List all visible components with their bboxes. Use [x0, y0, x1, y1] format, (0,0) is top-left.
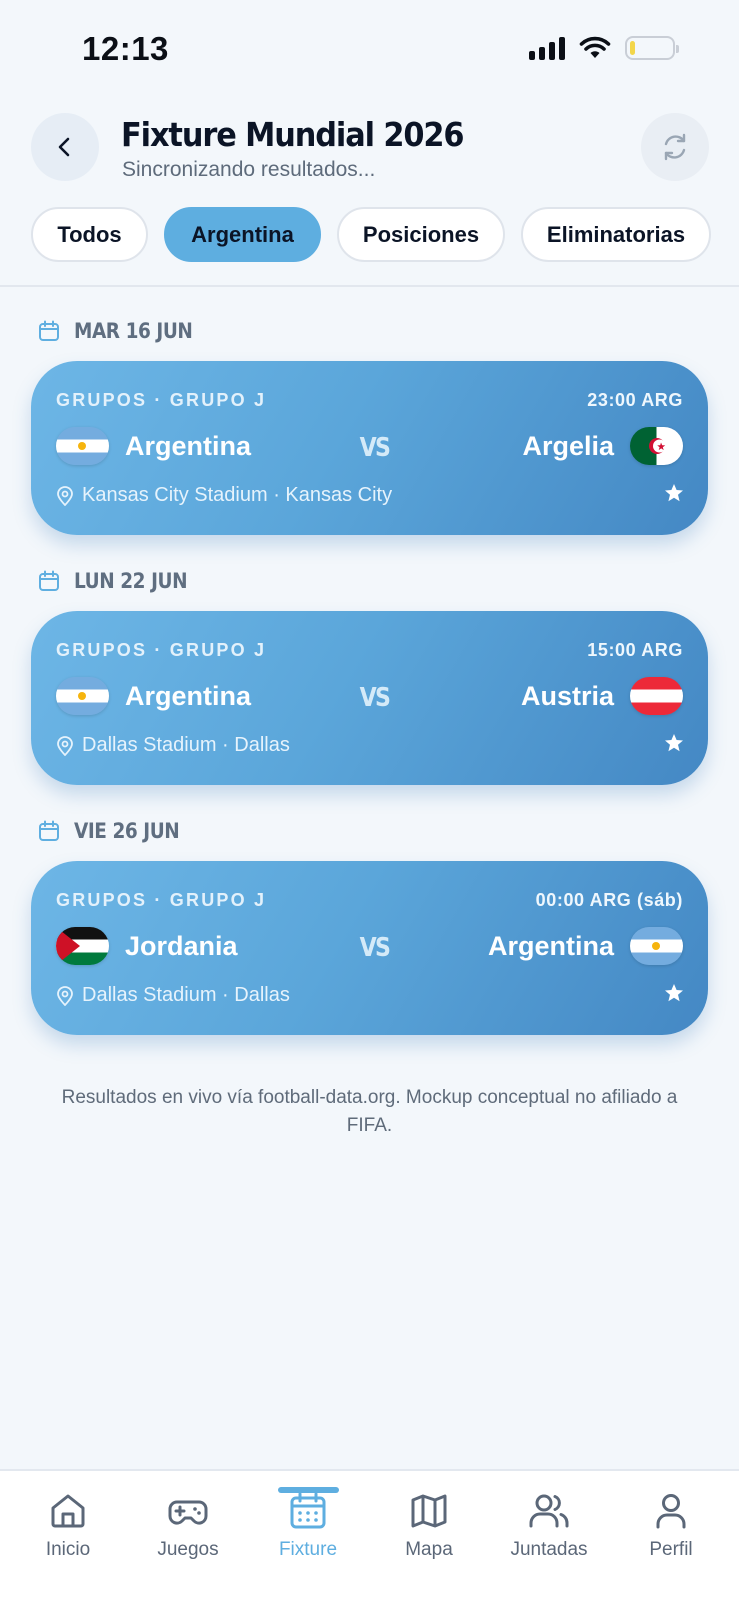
nav-label: Mapa: [405, 1539, 453, 1560]
venue-label: Dallas Stadium · Dallas: [82, 734, 290, 756]
match-card[interactable]: GRUPOS · GRUPO J 15:00 ARG Argentina VS …: [31, 611, 708, 785]
battery-level: [630, 41, 635, 55]
refresh-button[interactable]: [641, 113, 709, 181]
location-pin-icon: [57, 735, 73, 756]
home-team: Argentina: [56, 427, 251, 465]
argentina-flag-icon: [56, 677, 109, 715]
home-team: Jordania: [56, 927, 238, 965]
nav-item-inicio[interactable]: Inicio: [13, 1491, 123, 1561]
away-team: Argentina: [488, 927, 683, 965]
calendar-icon: [39, 570, 59, 591]
nav-label: Juntadas: [510, 1539, 588, 1560]
home-team-name: Jordania: [125, 930, 238, 961]
header: Fixture Mundial 2026 Sincronizando resul…: [0, 113, 739, 183]
cellular-signal-icon: [529, 36, 565, 60]
day-label: VIE 26 JUN: [74, 819, 180, 843]
match-stage: GRUPOS · GRUPO J: [56, 890, 267, 910]
argentina-flag-icon: [630, 927, 683, 965]
nav-label: Perfil: [649, 1539, 693, 1560]
calendar-icon: [290, 1492, 326, 1529]
match-stage: GRUPOS · GRUPO J: [56, 640, 267, 660]
users-icon: [529, 1494, 569, 1528]
match-venue: Kansas City Stadium · Kansas City: [56, 484, 392, 507]
vs-label: VS: [359, 683, 391, 713]
wifi-icon: [579, 36, 611, 58]
match-time: 00:00 ARG (sáb): [535, 890, 683, 910]
nav-label: Fixture: [278, 1539, 338, 1560]
calendar-icon: [39, 320, 59, 341]
match-card[interactable]: GRUPOS · GRUPO J 00:00 ARG (sáb) Jordani…: [31, 861, 708, 1035]
nav-label: Juegos: [157, 1539, 219, 1560]
nav-item-mapa[interactable]: Mapa: [374, 1491, 484, 1561]
home-team: Argentina: [56, 677, 251, 715]
home-team-name: Argentina: [125, 680, 252, 711]
bottom-nav: Inicio Juegos Fixture Mapa Juntadas Perf…: [0, 1469, 739, 1600]
map-icon: [411, 1494, 447, 1528]
tab-posiciones[interactable]: Posiciones: [337, 207, 505, 262]
refresh-icon: [664, 133, 686, 161]
favorite-star-icon[interactable]: [664, 733, 684, 753]
chevron-left-icon: [58, 137, 70, 157]
disclaimer-text: Resultados en vivo vía football-data.org…: [61, 1087, 678, 1136]
tab-eliminatorias[interactable]: Eliminatorias: [521, 207, 711, 262]
austria-flag-icon: [630, 677, 683, 715]
away-team: Austria: [521, 677, 683, 715]
home-team-name: Argentina: [125, 430, 252, 461]
user-icon: [656, 1494, 686, 1529]
nav-item-fixture[interactable]: Fixture: [253, 1491, 363, 1561]
away-team-name: Argelia: [522, 430, 614, 461]
vs-label: VS: [359, 433, 391, 463]
day-label: LUN 22 JUN: [74, 569, 188, 593]
location-pin-icon: [57, 985, 73, 1006]
tab-todos[interactable]: Todos: [31, 207, 148, 262]
away-team: Argelia: [522, 427, 683, 465]
venue-label: Kansas City Stadium · Kansas City: [82, 484, 393, 506]
argentina-flag-icon: [56, 427, 109, 465]
calendar-icon: [39, 820, 59, 841]
nav-item-juegos[interactable]: Juegos: [133, 1491, 243, 1561]
page-title: Fixture Mundial 2026: [121, 115, 465, 154]
jordan-flag-icon: [56, 927, 109, 965]
status-time: 12:13: [82, 30, 169, 67]
match-time: 23:00 ARG: [587, 390, 683, 410]
nav-label: Inicio: [45, 1539, 91, 1560]
battery-icon: [625, 36, 679, 60]
away-team-name: Argentina: [487, 930, 614, 961]
favorite-star-icon[interactable]: [664, 483, 684, 503]
gamepad-icon: [168, 1500, 208, 1525]
match-card[interactable]: GRUPOS · GRUPO J 23:00 ARG Argentina VS …: [31, 361, 708, 535]
day-header: LUN 22 JUN: [38, 569, 203, 593]
match-venue: Dallas Stadium · Dallas: [56, 734, 290, 757]
day-header: VIE 26 JUN: [38, 819, 194, 843]
match-time: 15:00 ARG: [587, 640, 683, 660]
tabs-divider: [0, 285, 739, 287]
nav-item-juntadas[interactable]: Juntadas: [494, 1491, 604, 1561]
location-pin-icon: [57, 485, 73, 506]
status-icons: [529, 36, 679, 60]
day-header: MAR 16 JUN: [38, 319, 209, 343]
status-bar: 12:13: [0, 0, 739, 90]
vs-label: VS: [359, 933, 391, 963]
sync-status: Sincronizando resultados...: [122, 158, 376, 181]
home-icon: [51, 1494, 85, 1528]
away-team-name: Austria: [520, 680, 614, 711]
back-button[interactable]: [31, 113, 99, 181]
match-stage: GRUPOS · GRUPO J: [56, 390, 267, 410]
day-label: MAR 16 JUN: [74, 319, 193, 343]
nav-item-perfil[interactable]: Perfil: [616, 1491, 726, 1561]
tab-argentina[interactable]: Argentina: [164, 207, 321, 262]
favorite-star-icon[interactable]: [664, 983, 684, 1003]
venue-label: Dallas Stadium · Dallas: [82, 984, 290, 1006]
filter-tabs: Todos Argentina Posiciones Eliminatorias: [31, 207, 711, 262]
algeria-flag-icon: [630, 427, 683, 465]
match-venue: Dallas Stadium · Dallas: [56, 984, 290, 1007]
